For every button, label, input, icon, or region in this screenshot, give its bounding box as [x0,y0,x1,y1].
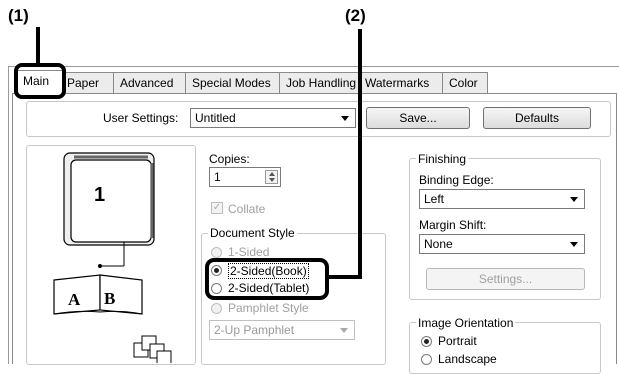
tab-watermarks[interactable]: Watermarks [358,72,444,94]
one-sided-label: 1-Sided [228,245,270,259]
defaults-button[interactable]: Defaults [483,107,591,129]
margin-shift-value: None [424,237,453,251]
portrait-radio[interactable] [421,336,432,347]
callout-2-highlight [205,258,329,300]
save-button[interactable]: Save... [366,107,470,129]
preview-illustration [53,152,172,363]
spin-down-icon [269,178,275,182]
tab-color[interactable]: Color [442,72,488,94]
binding-edge-value: Left [424,192,445,206]
chevron-down-icon [340,328,348,333]
pamphlet-style-radio[interactable] [211,303,222,314]
pamphlet-value: 2-Up Pamphlet [214,323,295,337]
chevron-down-icon [570,197,578,202]
tab-special-modes[interactable]: Special Modes [185,72,281,94]
callout-2-leader [358,29,362,279]
collate-checkbox[interactable]: ✓ [211,202,223,214]
chevron-down-icon [341,116,349,121]
spin-buttons[interactable] [265,170,278,184]
preview-page-number: 1 [94,184,106,206]
image-orientation-label: Image Orientation [416,316,516,330]
binding-edge-label: Binding Edge: [419,173,494,187]
user-settings-select[interactable]: Untitled [190,108,356,128]
callout-2-label: (2) [345,6,366,25]
callout-2-leader-horizontal [327,275,362,279]
callout-1-highlight [14,63,66,99]
landscape-label: Landscape [438,352,497,366]
landscape-radio[interactable] [421,354,432,365]
spin-up-icon [269,172,275,176]
user-settings-value: Untitled [195,111,236,125]
page-preview [70,159,152,243]
copies-label: Copies: [209,152,250,166]
tab-job-handling[interactable]: Job Handling [279,72,370,94]
user-settings-label: User Settings: [103,111,179,125]
tab-strip: Main Paper Advanced Special Modes Job Ha… [12,70,619,95]
callout-1-leader [36,27,40,65]
finishing-label: Finishing [416,152,469,166]
tab-advanced[interactable]: Advanced [113,72,187,94]
portrait-label: Portrait [438,334,477,348]
chevron-down-icon [570,242,578,247]
copies-spinbox[interactable]: 1 [209,167,281,187]
one-sided-radio[interactable] [211,247,222,258]
booklet-right-letter: B [104,289,116,308]
collate-label: Collate [228,202,266,216]
margin-shift-select[interactable]: None [419,234,585,254]
booklet-left-letter: A [68,290,81,309]
tab-paper[interactable]: Paper [60,72,115,94]
margin-shift-label: Margin Shift: [419,218,487,232]
callout-1-label: (1) [8,6,29,25]
document-style-label: Document Style [208,226,297,240]
pamphlet-style-label: Pamphlet Style [228,301,309,315]
copies-value: 1 [214,170,221,184]
finishing-settings-button[interactable]: Settings... [426,268,585,290]
binding-edge-select[interactable]: Left [419,189,585,209]
pamphlet-select[interactable]: 2-Up Pamphlet [209,320,355,340]
